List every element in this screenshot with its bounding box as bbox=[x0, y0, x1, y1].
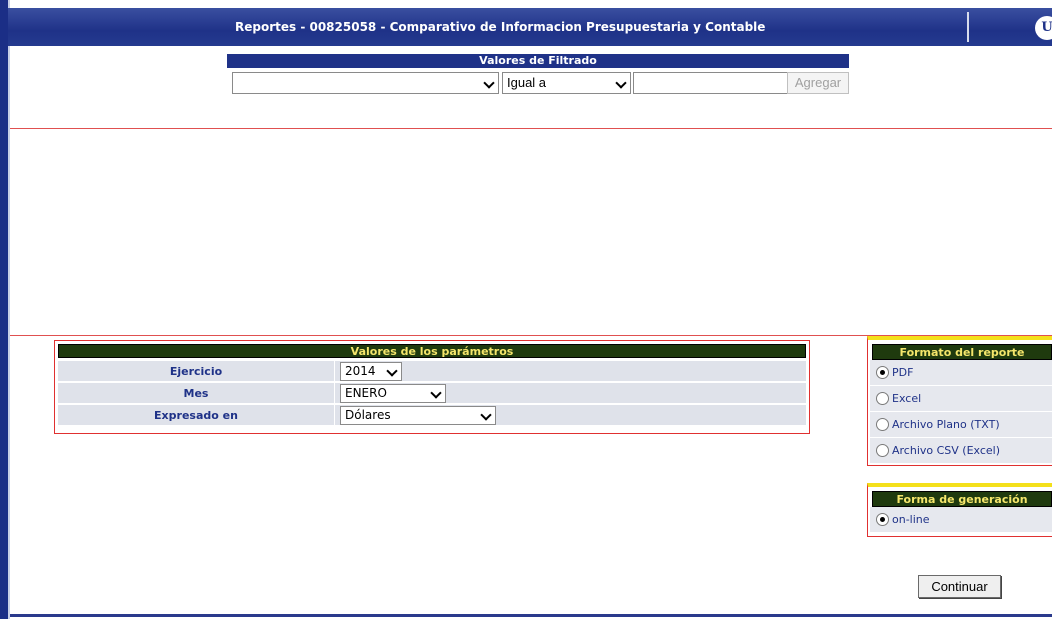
parameters-panel-title: Valores de los parámetros bbox=[58, 344, 806, 358]
param-label: Ejercicio bbox=[169, 365, 223, 378]
filter-field-select[interactable] bbox=[232, 72, 499, 94]
chevron-down-icon bbox=[386, 365, 398, 377]
generation-option-label: on-line bbox=[892, 513, 930, 526]
generation-option-online[interactable]: on-line bbox=[870, 507, 1052, 533]
radio-button-pdf[interactable] bbox=[876, 366, 889, 379]
filter-operator-select[interactable]: Igual a bbox=[502, 72, 631, 94]
bottom-border bbox=[10, 614, 1052, 617]
param-label: Expresado en bbox=[154, 409, 238, 422]
filter-value-input[interactable] bbox=[633, 72, 811, 94]
format-option-label: Archivo CSV (Excel) bbox=[892, 444, 1001, 457]
mes-value: ENERO bbox=[345, 386, 387, 400]
format-option-label: Excel bbox=[892, 392, 922, 405]
parameters-panel: Valores de los parámetros Ejercicio 2014… bbox=[54, 340, 810, 434]
filter-panel-title: Valores de Filtrado bbox=[227, 54, 849, 68]
filter-panel: Valores de Filtrado Igual a Agregar bbox=[227, 54, 849, 94]
header-bar: Reportes - 00825058 - Comparativo de Inf… bbox=[8, 8, 1052, 46]
format-option-excel[interactable]: Excel bbox=[870, 386, 1052, 412]
format-option-txt[interactable]: Archivo Plano (TXT) bbox=[870, 412, 1052, 438]
chevron-down-icon bbox=[480, 409, 492, 421]
mes-select[interactable]: ENERO bbox=[340, 384, 446, 403]
format-option-label: Archivo Plano (TXT) bbox=[892, 418, 1000, 431]
left-border-highlight bbox=[8, 0, 10, 619]
generation-mode-title: Forma de generación bbox=[872, 491, 1052, 507]
header-separator bbox=[967, 12, 969, 42]
chevron-down-icon bbox=[615, 77, 627, 89]
left-border-strip bbox=[0, 0, 8, 619]
generation-mode-panel: Forma de generación on-line bbox=[867, 483, 1052, 537]
format-option-csv[interactable]: Archivo CSV (Excel) bbox=[870, 438, 1052, 464]
param-row-mes: Mes ENERO bbox=[58, 383, 806, 404]
format-option-label: PDF bbox=[892, 366, 914, 379]
radio-button-online[interactable] bbox=[876, 513, 889, 526]
expresado-value: Dólares bbox=[345, 408, 391, 422]
param-divider bbox=[334, 361, 335, 382]
radio-button-txt[interactable] bbox=[876, 418, 889, 431]
add-filter-button[interactable]: Agregar bbox=[787, 72, 849, 94]
param-divider bbox=[334, 405, 335, 426]
radio-button-excel[interactable] bbox=[876, 392, 889, 405]
param-divider bbox=[334, 383, 335, 404]
page-title: Reportes - 00825058 - Comparativo de Inf… bbox=[235, 20, 766, 34]
ejercicio-value: 2014 bbox=[345, 364, 376, 378]
expresado-select[interactable]: Dólares bbox=[340, 406, 496, 425]
param-row-ejercicio: Ejercicio 2014 bbox=[58, 361, 806, 382]
chevron-down-icon bbox=[483, 77, 495, 89]
filter-operator-value: Igual a bbox=[507, 75, 547, 90]
radio-button-csv[interactable] bbox=[876, 444, 889, 457]
report-format-title: Formato del reporte bbox=[872, 344, 1052, 360]
chevron-down-icon bbox=[430, 387, 442, 399]
divider-line bbox=[10, 128, 1052, 129]
param-row-expresado: Expresado en Dólares bbox=[58, 405, 806, 426]
param-label: Mes bbox=[183, 387, 209, 400]
ejercicio-select[interactable]: 2014 bbox=[340, 362, 402, 381]
continue-button[interactable]: Continuar bbox=[918, 575, 1001, 598]
logo-icon: U bbox=[1035, 16, 1052, 40]
report-format-panel: Formato del reporte PDF Excel Archivo Pl… bbox=[867, 336, 1052, 466]
format-option-pdf[interactable]: PDF bbox=[870, 360, 1052, 386]
